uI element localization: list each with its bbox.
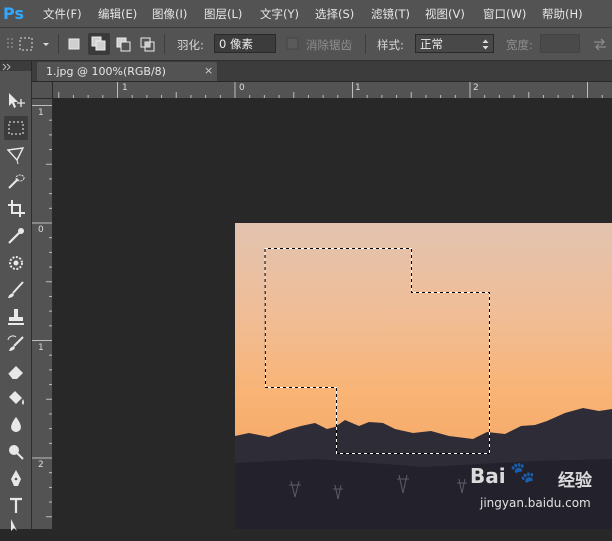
menu-help[interactable]: 帮助(H) [542, 6, 583, 22]
ruler-label: 2 [38, 460, 44, 470]
style-select-value: 正常 [420, 37, 443, 51]
watermark-url: jingyan.baidu.com [480, 496, 591, 510]
swap-icon[interactable] [592, 37, 608, 51]
ruler-label: 0 [239, 83, 245, 93]
paint-bucket-tool-icon [9, 391, 24, 405]
style-select[interactable]: 正常 [415, 34, 494, 53]
lasso-tool[interactable] [4, 143, 28, 167]
crop-tool[interactable] [4, 197, 28, 221]
ruler-label: 0 [38, 225, 44, 235]
quick-select-tool[interactable] [4, 170, 28, 194]
intersect-selection-icon[interactable] [138, 35, 156, 53]
healing-brush-tool[interactable] [4, 251, 28, 275]
baidu-logo-text: Bai [470, 464, 506, 488]
document-tab-title: 1.jpg @ 100%(RGB/8) [46, 65, 166, 78]
history-brush-tool-icon [7, 335, 24, 351]
ruler-label: 2 [473, 83, 479, 93]
pen-tool[interactable] [4, 467, 28, 491]
dodge-tool-icon [9, 445, 24, 460]
menu-select[interactable]: 选择(S) [315, 6, 354, 22]
menu-type[interactable]: 文字(Y) [260, 6, 299, 22]
type-tool[interactable] [4, 494, 28, 518]
ruler-label: 1 [38, 108, 44, 118]
antialias-checkbox[interactable] [286, 37, 300, 51]
menu-layer[interactable]: 图层(L) [204, 6, 242, 22]
ruler-label: 1 [355, 83, 361, 93]
eraser-tool[interactable] [4, 359, 28, 383]
menu-bar: Ps 文件(F) 编辑(E) 图像(I) 图层(L) 文字(Y) 选择(S) 滤… [0, 0, 612, 28]
paint-bucket-tool[interactable] [4, 386, 28, 410]
tools-panel [0, 71, 32, 531]
healing-brush-tool-icon [9, 256, 23, 270]
document-tab[interactable]: 1.jpg @ 100%(RGB/8) × [37, 62, 217, 81]
photoshop-logo: Ps [3, 4, 24, 23]
eyedropper-tool-icon [8, 228, 24, 244]
grip-icon[interactable] [6, 37, 16, 51]
dodge-tool[interactable] [4, 440, 28, 464]
antialias-label: 消除锯齿 [306, 38, 352, 52]
move-tool-icon [9, 93, 25, 108]
pen-tool-icon [11, 470, 21, 486]
style-label: 样式: [377, 38, 404, 52]
feather-label: 羽化: [177, 38, 204, 52]
eyedropper-tool[interactable] [4, 224, 28, 248]
jingyan-text: 经验 [558, 471, 592, 491]
menu-edit[interactable]: 编辑(E) [98, 6, 137, 22]
width-label: 宽度: [506, 38, 533, 52]
feather-input[interactable]: 0 像素 [214, 34, 276, 53]
crop-tool-icon [8, 200, 25, 217]
menu-window[interactable]: 窗口(W) [483, 6, 526, 22]
horizontal-ruler[interactable]: 1 0 1 2 [53, 82, 612, 99]
blur-tool[interactable] [4, 413, 28, 437]
marquee-tool-icon [8, 121, 24, 135]
lasso-tool-icon [6, 147, 25, 165]
ruler-origin[interactable] [32, 82, 53, 99]
add-selection-button[interactable] [88, 33, 110, 55]
new-selection-icon[interactable] [66, 36, 82, 52]
paw-icon: 🐾 [510, 460, 535, 484]
move-tool[interactable] [4, 89, 28, 113]
type-tool-icon [10, 497, 22, 513]
vertical-ruler[interactable]: 1 0 1 2 [32, 99, 53, 529]
subtract-selection-icon[interactable] [114, 35, 132, 53]
add-to-selection-icon [91, 36, 106, 51]
document-tab-bar: 1.jpg @ 100%(RGB/8) × [32, 61, 612, 81]
ruler-label: 1 [122, 83, 128, 93]
marquee-tool[interactable] [4, 116, 28, 140]
history-brush-tool[interactable] [4, 332, 28, 356]
updown-arrow-icon [482, 39, 489, 50]
tools-panel-header[interactable] [0, 61, 31, 71]
brush-tool-icon [8, 281, 24, 298]
width-input[interactable] [540, 34, 580, 53]
tool-preset-marquee-icon[interactable] [18, 36, 52, 52]
clone-stamp-tool[interactable] [4, 305, 28, 329]
close-tab-icon[interactable]: × [204, 64, 213, 77]
ruler-label: 1 [38, 343, 44, 353]
menu-view[interactable]: 视图(V) [425, 6, 465, 22]
menu-filter[interactable]: 滤镜(T) [371, 6, 410, 22]
options-bar: 羽化: 0 像素 消除锯齿 样式: 正常 宽度: [0, 28, 612, 61]
baidu-jingyan-watermark: Bai 🐾 经验 jingyan.baidu.com [470, 458, 612, 518]
path-select-tool[interactable] [4, 517, 28, 541]
stamp-tool-icon [8, 309, 24, 325]
path-select-tool-icon [11, 519, 17, 531]
brush-tool[interactable] [4, 278, 28, 302]
menu-file[interactable]: 文件(F) [43, 6, 82, 22]
eraser-tool-icon [7, 366, 23, 380]
menu-image[interactable]: 图像(I) [152, 6, 187, 22]
quick-select-tool-icon [8, 174, 25, 189]
blur-tool-icon [11, 417, 21, 432]
